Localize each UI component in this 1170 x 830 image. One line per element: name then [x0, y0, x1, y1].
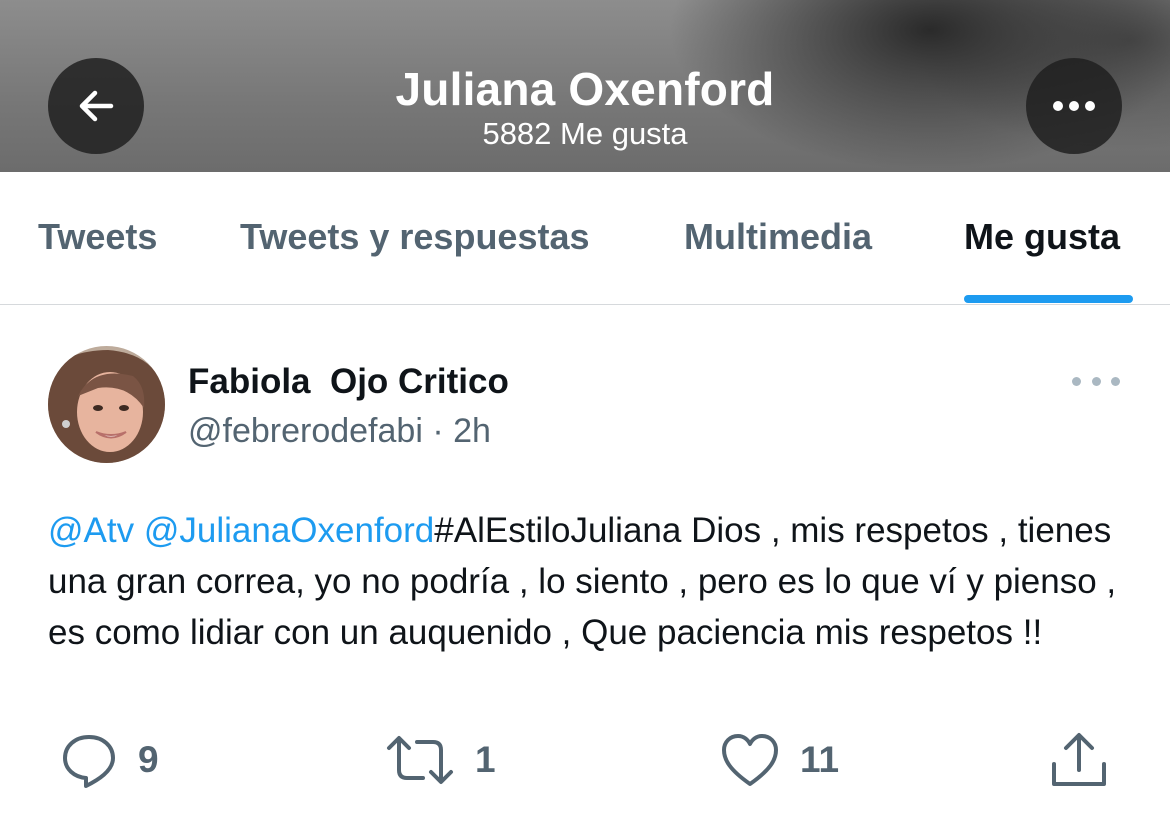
- share-icon: [1052, 733, 1106, 786]
- tab-tweets[interactable]: Tweets: [38, 216, 157, 258]
- active-tab-indicator: [964, 295, 1133, 303]
- tab-tweets-and-replies[interactable]: Tweets y respuestas: [240, 216, 590, 258]
- mention-link[interactable]: @Atv: [48, 511, 134, 550]
- avatar-photo: [48, 346, 165, 463]
- tweet-author-name[interactable]: Fabiola Ojo Critico: [188, 362, 509, 402]
- retweet-button[interactable]: 1: [385, 730, 496, 790]
- meta-separator: ·: [422, 412, 454, 450]
- dot-icon: [1091, 376, 1101, 386]
- tab-likes[interactable]: Me gusta: [964, 216, 1120, 258]
- reply-icon: [63, 735, 115, 788]
- avatar[interactable]: [48, 346, 165, 463]
- tweet-options-button[interactable]: [1072, 366, 1120, 396]
- reply-count: 9: [138, 739, 159, 780]
- tweet-author-meta: @febrerodefabi · 2h: [188, 412, 491, 451]
- profile-name-title: Juliana Oxenford: [395, 63, 775, 115]
- tweet-handle[interactable]: @febrerodefabi: [188, 412, 423, 450]
- heart-icon: [722, 734, 778, 786]
- share-button[interactable]: [1048, 730, 1110, 790]
- profile-header: Juliana Oxenford 5882 Me gusta: [0, 0, 1170, 172]
- likes-count-subtitle: 5882 Me gusta: [482, 116, 688, 151]
- reply-button[interactable]: 9: [60, 730, 159, 790]
- tweet-timestamp[interactable]: 2h: [453, 412, 491, 450]
- like-count: 11: [800, 739, 840, 780]
- tab-media[interactable]: Multimedia: [684, 216, 872, 258]
- dot-icon: [1111, 376, 1120, 386]
- mention-link[interactable]: @JulianaOxenford: [144, 511, 434, 550]
- more-options-button[interactable]: [1026, 58, 1122, 154]
- dot-icon: [1072, 376, 1081, 386]
- more-horizontal-icon: [1053, 101, 1095, 111]
- like-button[interactable]: 11: [720, 730, 839, 790]
- retweet-count: 1: [475, 739, 496, 780]
- tweet-body: @Atv @JulianaOxenford#AlEstiloJuliana Di…: [48, 505, 1128, 658]
- profile-tabs: Tweets Tweets y respuestas Multimedia Me…: [0, 172, 1170, 305]
- retweet-icon: [387, 736, 453, 784]
